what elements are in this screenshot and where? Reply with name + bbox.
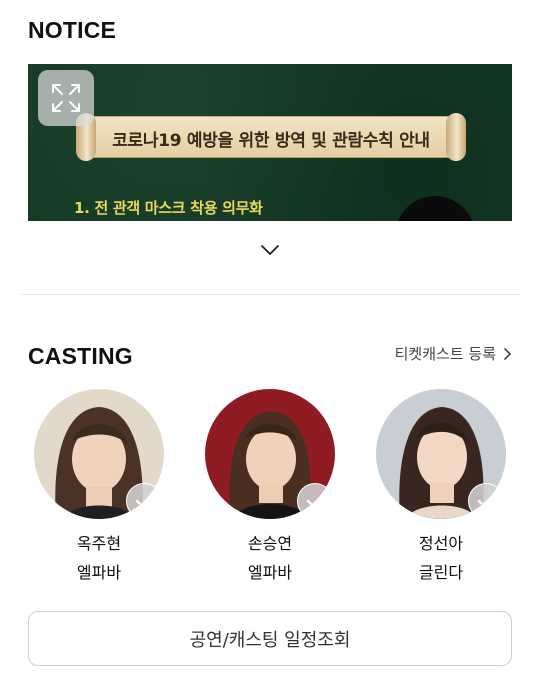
notice-title: NOTICE [28,17,117,43]
schedule-lookup-button[interactable]: 공연/캐스팅 일정조회 [28,611,512,666]
cast-card[interactable]: 손승연 엘파바 [205,389,335,584]
banner-headline: 코로나19 예방을 위한 방역 및 관람수칙 안내 [112,131,430,151]
check-icon [477,494,495,508]
cast-select-toggle[interactable] [297,483,333,519]
cast-card[interactable]: 옥주현 엘파바 [34,389,164,584]
cast-role: 엘파바 [76,563,122,582]
chevron-down-icon [261,245,279,255]
cast-name: 정선아 [418,534,464,553]
ticketcast-register-label: 티켓캐스트 등록 [394,345,496,363]
cast-photo [205,389,335,519]
ticketcast-register-link[interactable]: 티켓캐스트 등록 [395,343,512,364]
cast-card[interactable]: 정선아 글린다 [376,389,506,584]
notice-more-button[interactable] [256,238,284,262]
check-icon [135,494,153,508]
cast-photo [376,389,506,519]
cast-role: 엘파바 [247,563,293,582]
cast-role: 글린다 [418,563,464,582]
expand-button[interactable] [38,70,94,126]
check-icon [306,494,324,508]
section-divider [21,294,519,295]
casting-title: CASTING [28,343,133,369]
chevron-right-icon [504,347,511,360]
cast-name: 손승연 [247,534,293,553]
cast-select-toggle[interactable] [468,483,504,519]
expand-arrows-icon [52,84,80,112]
cast-name: 옥주현 [76,534,122,553]
notice-banner[interactable]: 코로나19 예방을 위한 방역 및 관람수칙 안내 1. 전 관객 마스크 착용… [28,64,512,221]
banner-item: 1. 전 관객 마스크 착용 의무화 [74,199,263,217]
banner-scroll: 코로나19 예방을 위한 방역 및 관람수칙 안내 [76,113,466,161]
banner-decoration [395,196,475,221]
cast-photo [34,389,164,519]
cast-select-toggle[interactable] [126,483,162,519]
